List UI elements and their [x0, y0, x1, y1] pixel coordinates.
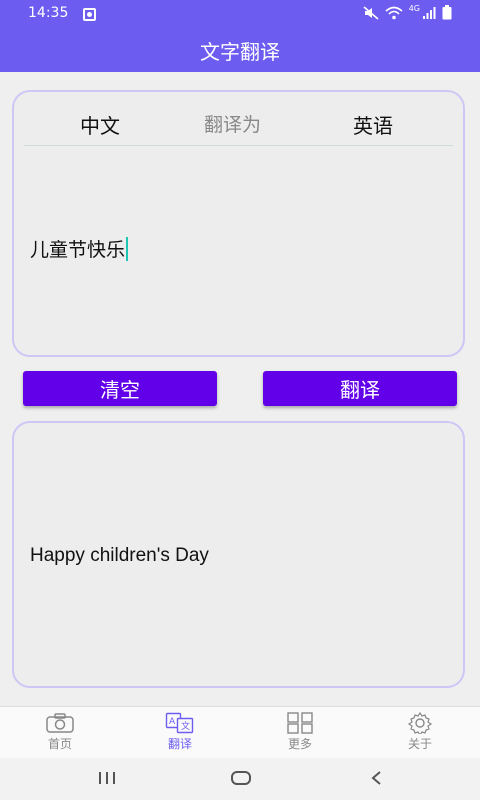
- translate-to-label: 翻译为: [204, 114, 262, 136]
- status-icons: 4G: [363, 4, 452, 20]
- gear-icon: [407, 712, 433, 734]
- nav-label-more: 更多: [287, 737, 312, 751]
- nav-label-about: 关于: [407, 737, 432, 751]
- output-card: Happy children's Day: [12, 421, 465, 688]
- battery-icon: [442, 5, 452, 20]
- back-icon[interactable]: [368, 768, 384, 788]
- app-title-bar: 文字翻译: [0, 28, 480, 72]
- grid-icon: [287, 712, 313, 734]
- status-time: 14:35: [28, 5, 69, 21]
- signal-icon: [423, 6, 436, 19]
- home-icon[interactable]: [230, 768, 252, 788]
- nav-label-translate: 翻译: [167, 737, 192, 751]
- system-navigation-bar: [0, 758, 480, 800]
- svg-text:A: A: [169, 717, 176, 727]
- wifi-icon: [385, 6, 403, 19]
- target-language-selector[interactable]: 英语: [353, 110, 393, 139]
- translate-icon: A 文: [165, 712, 194, 734]
- recent-apps-icon[interactable]: [97, 768, 117, 788]
- notification-icon: [83, 8, 96, 21]
- translate-button[interactable]: 翻译: [263, 371, 457, 406]
- svg-text:文: 文: [181, 720, 190, 732]
- nav-item-translate[interactable]: A 文 翻译: [120, 712, 240, 752]
- page-title: 文字翻译: [200, 39, 280, 64]
- nav-item-home[interactable]: 首页: [0, 712, 120, 752]
- status-bar: 14:35 4G: [0, 0, 480, 28]
- clear-button[interactable]: 清空: [23, 371, 217, 406]
- source-text-input[interactable]: 儿童节快乐: [30, 235, 129, 262]
- network-type: 4G: [408, 4, 420, 13]
- divider: [24, 145, 453, 146]
- input-card: 中文 翻译为 英语 儿童节快乐: [12, 90, 465, 357]
- bottom-navigation: 首页 A 文 翻译 更多 关于: [0, 706, 480, 759]
- text-cursor: [126, 237, 129, 261]
- camera-icon: [46, 713, 74, 733]
- nav-item-more[interactable]: 更多: [240, 712, 360, 752]
- source-text: 儿童节快乐: [30, 239, 126, 261]
- source-language-selector[interactable]: 中文: [80, 110, 120, 139]
- translation-result: Happy children's Day: [30, 545, 209, 566]
- language-selector-row: 中文 翻译为 英语: [14, 92, 463, 147]
- mute-icon: [363, 5, 379, 20]
- nav-label-home: 首页: [47, 737, 72, 751]
- nav-item-about[interactable]: 关于: [360, 712, 480, 752]
